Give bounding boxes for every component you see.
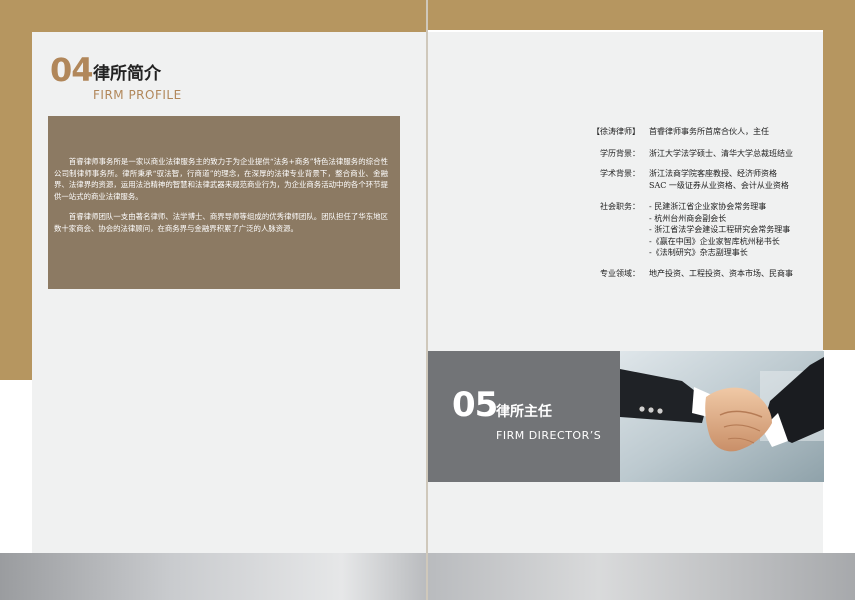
profile-paragraph-1: 首睿律师事务所是一家以商业法律服务主的致力于为企业提供“法务+商务”特色法律服务… (54, 157, 388, 201)
info-label: 社会职务： (600, 202, 640, 211)
info-value: 浙江法商学院客座教授、经济师资格 SAC 一级证券从业资格、会计从业资格 (649, 169, 789, 190)
info-label: 专业领域： (600, 269, 640, 278)
left-page (32, 32, 426, 553)
firm-profile-title-cn: 律所简介 (93, 64, 161, 84)
info-value: 首睿律师事务所首席合伙人，主任 (649, 127, 769, 136)
info-value: 地产投资、工程投资、资本市场、民商事 (649, 269, 793, 278)
right-gold-top-band (428, 0, 855, 30)
info-label: 学历背景： (600, 149, 640, 158)
section-number-04: 04 (50, 51, 94, 89)
firm-director-title-cn: 律所主任 (496, 404, 552, 420)
book-spine (426, 0, 428, 600)
firm-profile-text-box: 首睿律师事务所是一家以商业法律服务主的致力于为企业提供“法务+商务”特色法律服务… (48, 116, 400, 289)
section-number-05: 05 (452, 385, 498, 425)
firm-director-title-en: FIRM DIRECTOR’S (496, 429, 602, 442)
info-label: 学术背景： (600, 169, 640, 178)
profile-paragraph-2: 首睿律师团队一支由著名律师、法学博士、商界导师等组成的优秀律师团队。团队担任了华… (54, 212, 388, 233)
firm-profile-title-en: FIRM PROFILE (93, 88, 182, 102)
info-value: - 民建浙江省企业家协会常务理事 - 杭州台州商会副会长 - 浙江省法学会建设工… (649, 202, 791, 257)
info-label: 【徐涛律师】 (592, 127, 640, 136)
info-value: 浙江大学法学硕士、清华大学总裁班结业 (649, 149, 793, 158)
handshake-photo (620, 351, 824, 482)
